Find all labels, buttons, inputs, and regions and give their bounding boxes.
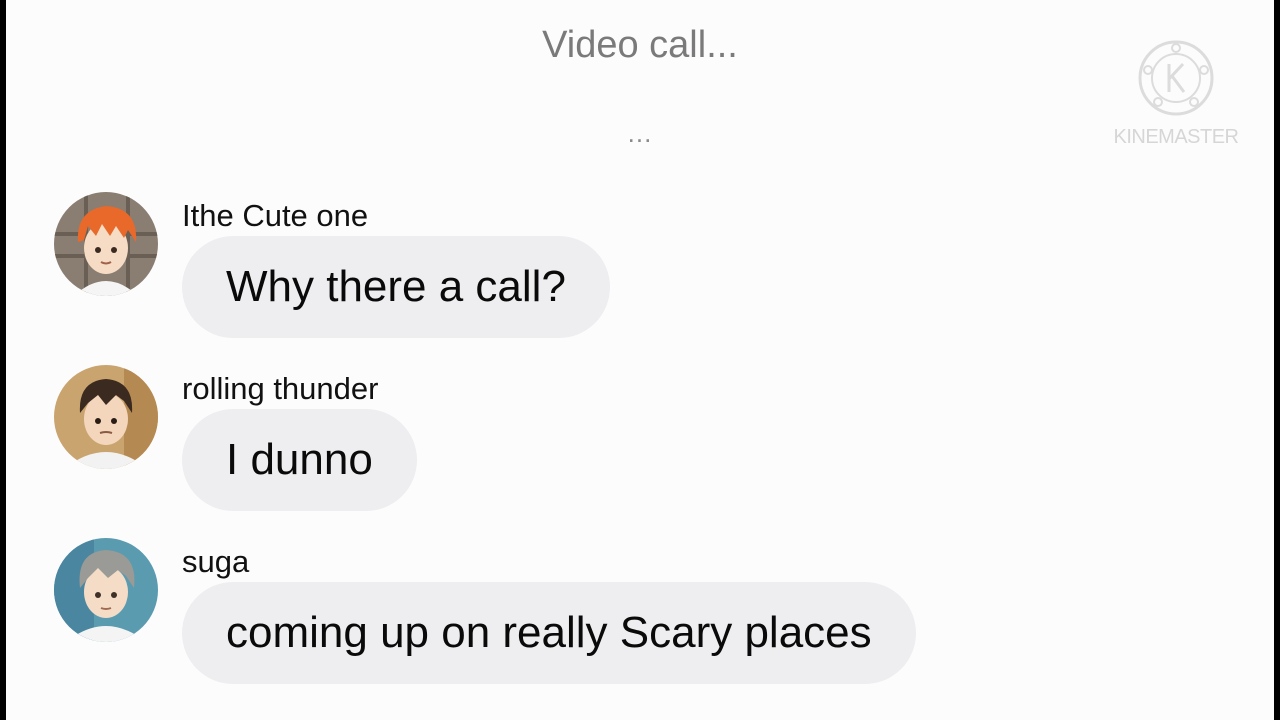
message-bubble[interactable]: coming up on really Scary places xyxy=(182,582,916,684)
chat-screen: Video call... ... KINEMASTER Ithe Cute o… xyxy=(6,0,1274,720)
sender-name: rolling thunder xyxy=(182,371,379,406)
message-bubble[interactable]: Why there a call? xyxy=(182,236,610,338)
typing-indicator: ... xyxy=(627,118,653,148)
sender-name: Ithe Cute one xyxy=(182,198,369,233)
avatar[interactable] xyxy=(54,365,158,469)
kinemaster-watermark: KINEMASTER xyxy=(1106,38,1246,149)
grey-hair-avatar-icon xyxy=(54,538,158,642)
watermark-text: KINEMASTER xyxy=(1113,126,1239,148)
orange-hair-avatar-icon xyxy=(54,192,158,296)
kinemaster-logo-icon xyxy=(1138,40,1214,116)
sender-name: suga xyxy=(182,544,250,579)
avatar[interactable] xyxy=(54,192,158,296)
dark-hair-avatar-icon xyxy=(54,365,158,469)
avatar[interactable] xyxy=(54,538,158,642)
message-bubble[interactable]: I dunno xyxy=(182,409,417,511)
call-status-title: Video call... xyxy=(542,24,738,66)
